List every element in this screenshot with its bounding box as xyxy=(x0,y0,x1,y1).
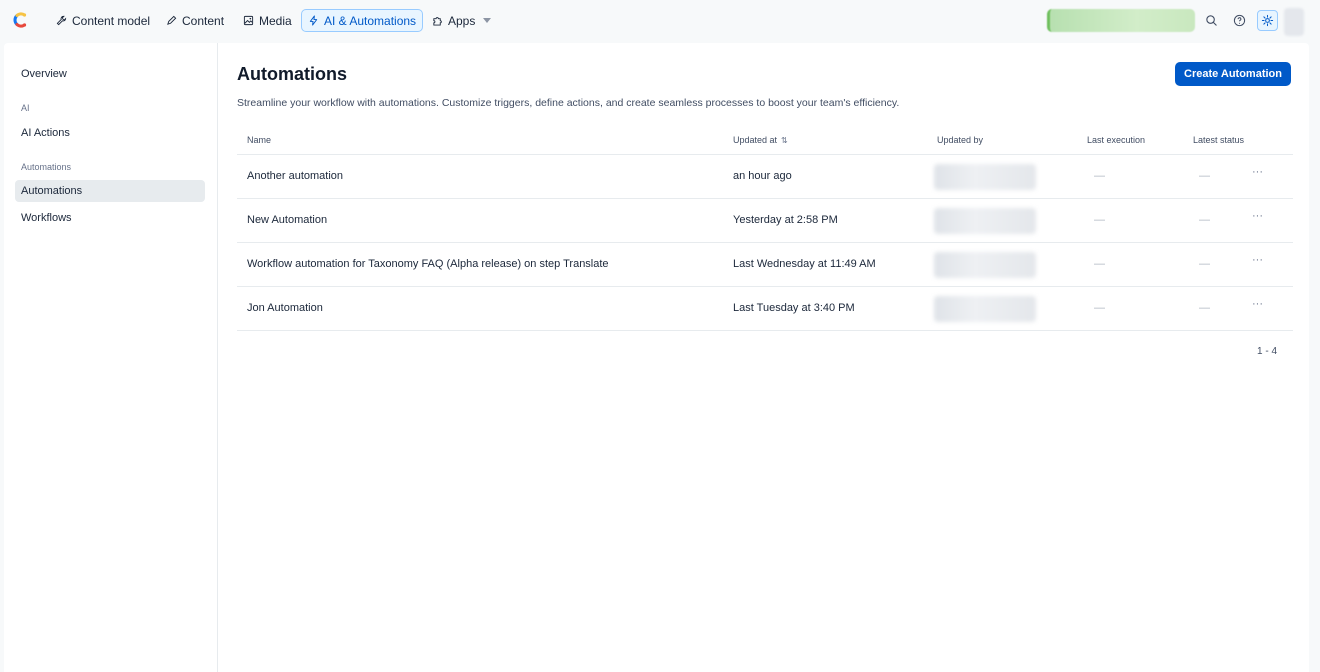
sidebar-item-label: Automations xyxy=(21,185,83,197)
column-header-name[interactable]: Name xyxy=(247,135,271,145)
nav-media[interactable]: Media xyxy=(237,9,298,32)
column-header-last-execution: Last execution xyxy=(1087,135,1146,145)
search-button[interactable] xyxy=(1201,10,1222,31)
updated-by-avatar xyxy=(934,164,1036,190)
updated-by-avatar xyxy=(934,296,1036,322)
image-icon xyxy=(243,15,254,26)
automation-name[interactable]: Jon Automation xyxy=(247,302,323,314)
column-header-latest-status: Latest status xyxy=(1193,135,1245,145)
table-row[interactable]: Jon Automation Last Tuesday at 3:40 PM —… xyxy=(237,287,1293,331)
automation-name[interactable]: Another automation xyxy=(247,170,343,182)
contentful-logo-icon[interactable] xyxy=(10,10,30,30)
help-button[interactable] xyxy=(1229,10,1250,31)
page-title: Automations xyxy=(237,64,347,84)
nav-ai-automations[interactable]: AI & Automations xyxy=(301,9,424,32)
sidebar-item-label: Workflows xyxy=(21,212,72,224)
automation-name[interactable]: Workflow automation for Taxonomy FAQ (Al… xyxy=(247,258,609,270)
nav-label: AI & Automations xyxy=(324,13,417,28)
table-header: Name Updated at ⇅ Updated by Last executi… xyxy=(237,126,1293,155)
nav-label: Apps xyxy=(448,13,476,28)
latest-status: — xyxy=(1199,302,1210,314)
nav-content[interactable]: Content xyxy=(160,9,230,32)
column-header-label: Updated at xyxy=(733,135,778,145)
nav-label: Content xyxy=(182,13,225,28)
more-actions-icon[interactable]: ··· xyxy=(1252,166,1266,186)
column-header-updated-by: Updated by xyxy=(937,135,984,145)
table-row[interactable]: Workflow automation for Taxonomy FAQ (Al… xyxy=(237,243,1293,287)
pen-icon xyxy=(167,15,177,25)
main-panel: Overview AI AI Actions Automations Autom… xyxy=(4,43,1309,672)
last-execution: — xyxy=(1094,258,1105,270)
updated-at: an hour ago xyxy=(733,170,792,182)
updated-at: Last Tuesday at 3:40 PM xyxy=(733,302,855,314)
updated-at: Yesterday at 2:58 PM xyxy=(733,214,838,226)
column-header-updated-at[interactable]: Updated at ⇅ xyxy=(733,135,788,145)
sort-icon[interactable]: ⇅ xyxy=(781,136,788,145)
sidebar-item-overview[interactable]: Overview xyxy=(15,63,205,85)
last-execution: — xyxy=(1094,302,1105,314)
updated-by-avatar xyxy=(934,208,1036,234)
sidebar-item-label: Overview xyxy=(21,68,67,80)
puzzle-icon xyxy=(433,17,442,26)
automation-name[interactable]: New Automation xyxy=(247,214,327,226)
chevron-down-icon xyxy=(483,18,492,23)
more-actions-icon[interactable]: ··· xyxy=(1252,210,1266,230)
create-automation-button[interactable]: Create Automation xyxy=(1175,62,1291,86)
search-icon xyxy=(1206,15,1217,26)
nav-label: Media xyxy=(259,13,292,28)
latest-status: — xyxy=(1199,258,1210,270)
latest-status: — xyxy=(1199,214,1210,226)
last-execution: — xyxy=(1094,214,1105,226)
sidebar-heading-ai: AI xyxy=(21,103,30,113)
nav-content-model[interactable]: Content model xyxy=(50,9,156,32)
lightning-icon xyxy=(309,15,318,26)
nav-label: Content model xyxy=(72,13,151,28)
page-description: Streamline your workflow with automation… xyxy=(237,97,900,109)
top-navigation-bar: Content model Content Media AI & Automat… xyxy=(0,0,1320,42)
updated-by-avatar xyxy=(934,252,1036,278)
table-row[interactable]: New Automation Yesterday at 2:58 PM — — … xyxy=(237,199,1293,243)
more-actions-icon[interactable]: ··· xyxy=(1252,254,1266,274)
pagination-range: 1 - 4 xyxy=(1257,346,1278,357)
table-row[interactable]: Another automation an hour ago — — ··· xyxy=(237,155,1293,199)
sidebar-heading-automations: Automations xyxy=(21,162,72,172)
sidebar-item-label: AI Actions xyxy=(21,127,70,139)
environment-switcher[interactable] xyxy=(1047,9,1195,32)
sidebar: Overview AI AI Actions Automations Autom… xyxy=(4,43,218,672)
last-execution: — xyxy=(1094,170,1105,182)
sidebar-item-workflows[interactable]: Workflows xyxy=(15,207,205,229)
help-icon xyxy=(1233,14,1246,27)
sidebar-item-ai-actions[interactable]: AI Actions xyxy=(15,122,205,144)
sidebar-item-automations[interactable]: Automations xyxy=(15,180,205,202)
avatar[interactable] xyxy=(1284,8,1304,36)
automations-table: Name Updated at ⇅ Updated by Last executi… xyxy=(237,126,1293,331)
nav-apps[interactable]: Apps xyxy=(426,9,497,32)
settings-button[interactable] xyxy=(1257,10,1278,31)
wrench-icon xyxy=(56,15,67,26)
updated-at: Last Wednesday at 11:49 AM xyxy=(733,258,876,270)
gear-icon xyxy=(1261,14,1274,27)
latest-status: — xyxy=(1199,170,1210,182)
more-actions-icon[interactable]: ··· xyxy=(1252,298,1266,318)
